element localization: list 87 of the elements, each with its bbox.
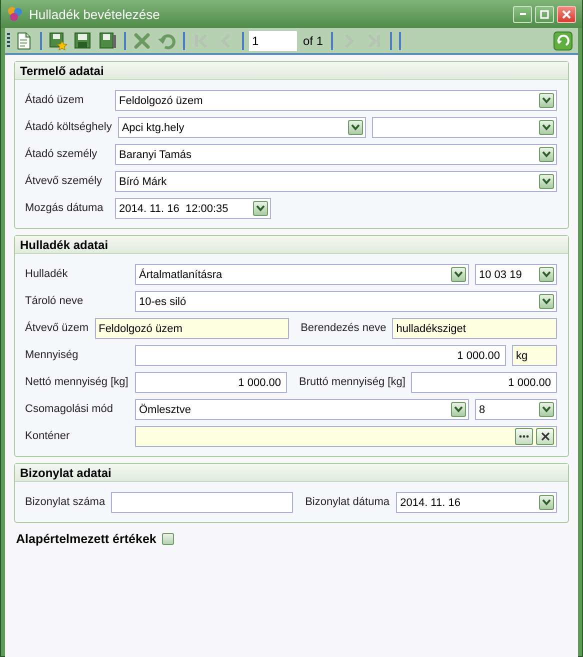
default-values-label: Alapértelmezett értékek: [16, 532, 156, 546]
combo-box[interactable]: 2014. 11. 16 12:00:35: [115, 198, 271, 219]
section-title: Bizonylat adatai: [15, 464, 568, 482]
section-title: Hulladék adatai: [15, 236, 568, 254]
dropdown-button[interactable]: [451, 402, 466, 417]
lookup-field[interactable]: [135, 426, 557, 447]
refresh-icon: [553, 30, 573, 50]
field-label: Átadó üzem: [25, 92, 84, 107]
field-label: Bizonylat dátuma: [304, 495, 390, 509]
app-icon: [7, 6, 23, 22]
delete-cross-icon: [132, 30, 152, 50]
readonly-field: hulladéksziget: [392, 318, 557, 339]
page-number-field[interactable]: 1: [249, 30, 297, 50]
minimize-button[interactable]: [513, 6, 532, 22]
refresh-button[interactable]: [552, 30, 574, 52]
chevron-down-icon: [542, 178, 551, 185]
clear-button[interactable]: [536, 428, 554, 445]
chevron-down-icon: [542, 298, 551, 305]
dropdown-button[interactable]: [348, 120, 363, 135]
field-label: Tároló neve: [25, 294, 84, 308]
combo-box[interactable]: Ártalmatlanításra: [135, 264, 469, 285]
combo-box[interactable]: Feldolgozó üzem: [115, 90, 557, 111]
combo-box[interactable]: 2014. 11. 16: [396, 492, 557, 513]
section-title: Termelő adatai: [15, 62, 568, 80]
number-field[interactable]: 1 000.00: [135, 345, 506, 366]
dropdown-button[interactable]: [539, 93, 554, 108]
field-label: Mennyiség: [25, 348, 78, 362]
toolbar-grip: [7, 32, 10, 48]
number-field[interactable]: 1 000.00: [411, 372, 557, 393]
page-count: of 1: [302, 34, 324, 48]
field-label: Hulladék: [25, 267, 68, 281]
field-label: Konténer: [25, 429, 70, 443]
combo-box[interactable]: Apci ktg.hely: [118, 117, 366, 138]
dropdown-button[interactable]: [539, 402, 554, 417]
chevron-down-icon: [454, 271, 463, 278]
dropdown-button[interactable]: [539, 147, 554, 162]
dropdown-button[interactable]: [539, 294, 554, 309]
save-star-button[interactable]: [47, 30, 69, 52]
combo-box[interactable]: 8: [475, 399, 557, 420]
readonly-field: Feldolgozó üzem: [94, 318, 289, 339]
field-label: Mozgás dátuma: [25, 201, 104, 215]
combo-box[interactable]: 10-es siló: [135, 291, 557, 312]
chevron-down-icon: [350, 124, 360, 131]
browse-button[interactable]: [515, 428, 533, 445]
dropdown-button[interactable]: [253, 201, 268, 216]
checkbox[interactable]: [162, 533, 174, 545]
field-label: Átvevő üzem: [25, 320, 89, 335]
ellipsis-icon: [519, 435, 529, 438]
save-icon: [73, 30, 93, 50]
field-label: Átadó költséghely: [25, 120, 112, 134]
save-close-button[interactable]: [97, 30, 119, 52]
chevron-down-icon: [542, 406, 551, 413]
chevron-down-icon: [454, 406, 463, 413]
readonly-field: kg: [512, 345, 557, 366]
maximize-icon: [540, 10, 549, 18]
window-title: Hulladék bevételezése: [29, 6, 161, 22]
dropdown-button[interactable]: [539, 267, 554, 282]
chevron-down-icon: [256, 205, 265, 212]
text-field[interactable]: [111, 492, 294, 513]
field-label: Átadó személy: [25, 146, 98, 161]
combo-box[interactable]: Bíró Márk: [115, 171, 557, 192]
chevron-down-icon: [542, 97, 551, 104]
dropdown-button[interactable]: [451, 267, 466, 282]
chevron-down-icon: [542, 499, 551, 506]
chevron-down-icon: [542, 271, 551, 278]
field-label: Nettó mennyiség [kg]: [25, 375, 128, 389]
chevron-down-icon: [542, 124, 551, 131]
combo-box[interactable]: Ömlesztve: [135, 399, 469, 420]
minimize-icon: [520, 13, 526, 15]
field-label: Bizonylat száma: [25, 495, 106, 509]
field-label: Csomagolási mód: [25, 402, 114, 416]
dropdown-button[interactable]: [539, 174, 554, 189]
maximize-button[interactable]: [535, 6, 554, 22]
field-label: Átvevő személy: [25, 174, 102, 188]
combo-box[interactable]: 10 03 19: [475, 264, 557, 285]
chevron-down-icon: [542, 151, 551, 158]
close-icon: [540, 432, 550, 441]
close-button[interactable]: [557, 6, 576, 22]
number-field[interactable]: 1 000.00: [135, 372, 287, 393]
field-label: Berendezés neve: [300, 321, 386, 335]
close-icon: [562, 10, 571, 18]
field-label: Bruttó mennyiség [kg]: [298, 375, 406, 389]
save-star-icon: [48, 30, 68, 50]
dropdown-button[interactable]: [539, 495, 554, 510]
combo-box[interactable]: Baranyi Tamás: [115, 144, 557, 165]
save-close-icon: [98, 30, 118, 50]
dropdown-button[interactable]: [539, 120, 554, 135]
